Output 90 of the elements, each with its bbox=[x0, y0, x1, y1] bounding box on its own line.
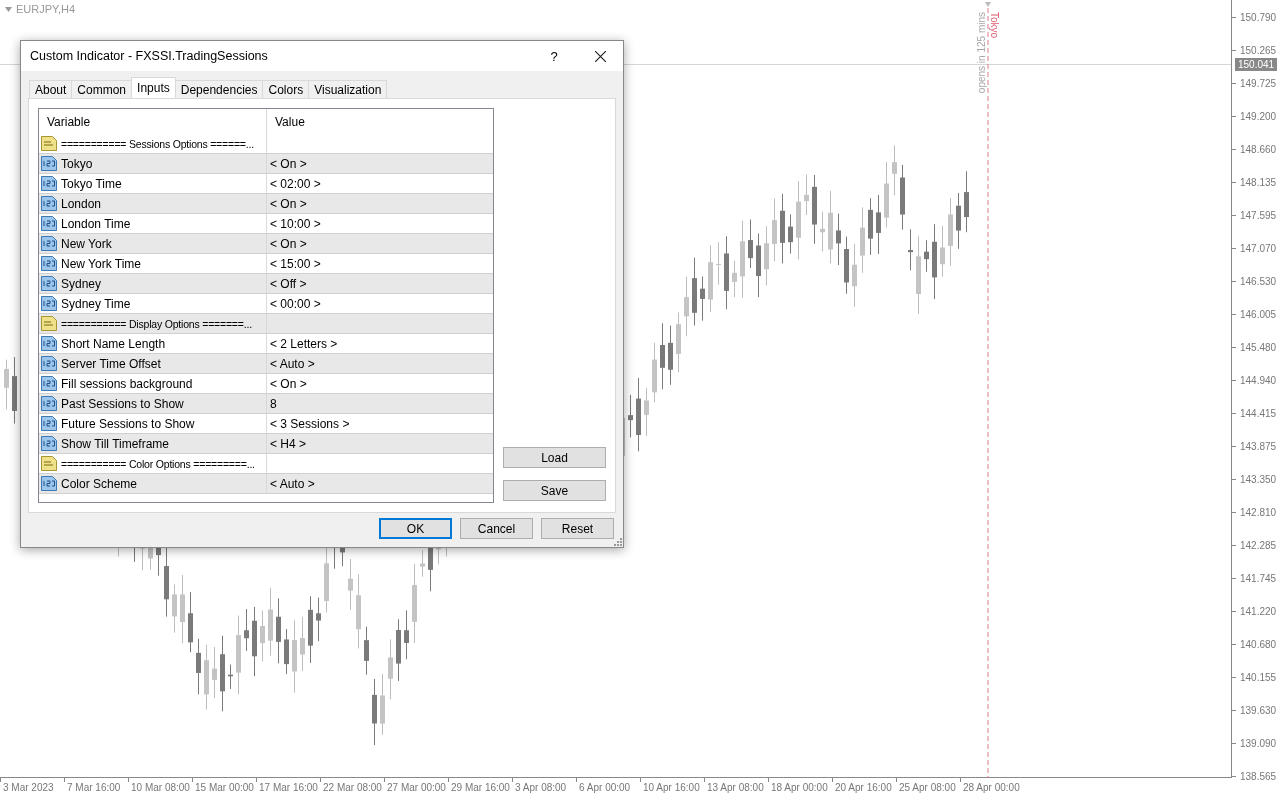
variable-value[interactable]: < 3 Sessions > bbox=[270, 416, 350, 431]
variable-name: London bbox=[61, 196, 102, 211]
time-label: 7 Mar 16:00 bbox=[66, 782, 122, 793]
tab[interactable]: Visualization bbox=[308, 80, 388, 98]
price-label: 140.155 bbox=[1240, 671, 1277, 683]
variable-name: Tokyo Time bbox=[61, 176, 122, 191]
time-label: 15 Mar 00:00 bbox=[194, 782, 255, 793]
variable-name: Sydney bbox=[61, 276, 102, 291]
variable-name: Future Sessions to Show bbox=[61, 416, 195, 431]
variable-name: Color Scheme bbox=[61, 476, 138, 491]
column-header[interactable]: Value bbox=[267, 109, 493, 134]
variable-value[interactable]: < 02:00 > bbox=[270, 176, 321, 191]
side-button[interactable]: Load bbox=[503, 447, 606, 468]
variable-value[interactable]: < On > bbox=[270, 196, 307, 211]
price-label: 139.090 bbox=[1240, 737, 1277, 749]
current-price-label: 150.041 bbox=[1235, 58, 1278, 71]
price-label: 146.005 bbox=[1240, 308, 1277, 320]
variable-name: =========== Sessions Options ======... bbox=[61, 137, 254, 150]
variable-name: =========== Display Options =======... bbox=[61, 317, 252, 330]
price-label: 148.135 bbox=[1240, 176, 1277, 188]
variable-name: =========== Color Options =========... bbox=[61, 457, 255, 470]
variable-value[interactable]: < On > bbox=[270, 376, 307, 391]
price-label: 141.745 bbox=[1240, 572, 1277, 584]
session-note: opens in 125 mins bbox=[976, 12, 987, 94]
price-label: 149.200 bbox=[1240, 110, 1277, 122]
time-label: 29 Mar 16:00 bbox=[450, 782, 511, 793]
variable-name: New York bbox=[61, 236, 112, 251]
variable-name: Past Sessions to Show bbox=[61, 396, 184, 411]
variable-value[interactable]: < Off > bbox=[270, 276, 307, 291]
dialog-button[interactable]: Cancel bbox=[460, 518, 533, 539]
variable-name: Server Time Offset bbox=[61, 356, 161, 371]
time-label: 3 Apr 08:00 bbox=[514, 782, 568, 793]
tab[interactable]: About bbox=[29, 80, 73, 98]
side-button[interactable]: Save bbox=[503, 480, 606, 501]
time-label: 28 Apr 00:00 bbox=[962, 782, 1021, 793]
price-label: 139.630 bbox=[1240, 704, 1277, 716]
time-label: 25 Apr 08:00 bbox=[898, 782, 957, 793]
variable-value[interactable]: < 10:00 > bbox=[270, 216, 321, 231]
price-label: 142.285 bbox=[1240, 539, 1277, 551]
time-label: 13 Apr 08:00 bbox=[706, 782, 765, 793]
time-label: 3 Mar 2023 bbox=[2, 782, 55, 793]
time-label: 18 Apr 00:00 bbox=[770, 782, 829, 793]
time-label: 20 Apr 16:00 bbox=[834, 782, 893, 793]
variable-value[interactable]: < 2 Letters > bbox=[270, 336, 338, 351]
variable-name: Fill sessions background bbox=[61, 376, 193, 391]
variable-value[interactable]: < 15:00 > bbox=[270, 256, 321, 271]
price-label: 144.940 bbox=[1240, 374, 1277, 386]
price-label: 143.875 bbox=[1240, 440, 1277, 452]
variable-value[interactable]: 8 bbox=[270, 396, 277, 411]
price-label: 143.350 bbox=[1240, 473, 1277, 485]
variable-value[interactable]: < On > bbox=[270, 156, 307, 171]
price-label: 146.530 bbox=[1240, 275, 1277, 287]
time-label: 10 Apr 16:00 bbox=[642, 782, 701, 793]
time-label: 27 Mar 00:00 bbox=[386, 782, 447, 793]
variable-name: Tokyo bbox=[61, 156, 93, 171]
variable-name: New York Time bbox=[61, 256, 142, 271]
variable-name: Show Till Timeframe bbox=[61, 436, 170, 451]
price-label: 148.660 bbox=[1240, 143, 1277, 155]
price-label: 138.565 bbox=[1240, 770, 1277, 782]
price-label: 141.220 bbox=[1240, 605, 1277, 617]
time-label: 6 Apr 00:00 bbox=[578, 782, 632, 793]
column-header[interactable]: Variable bbox=[39, 109, 267, 134]
time-label: 10 Mar 08:00 bbox=[130, 782, 191, 793]
variable-value[interactable]: < Auto > bbox=[270, 356, 315, 371]
help-button[interactable]: ? bbox=[531, 41, 577, 71]
dialog-button[interactable]: Reset bbox=[541, 518, 614, 539]
price-label: 147.070 bbox=[1240, 242, 1277, 254]
tab[interactable]: Dependencies bbox=[174, 80, 264, 98]
time-label: 22 Mar 08:00 bbox=[322, 782, 383, 793]
price-label: 142.810 bbox=[1240, 506, 1277, 518]
variable-value[interactable]: < On > bbox=[270, 236, 307, 251]
session-label: Tokyo bbox=[989, 12, 1000, 39]
price-label: 150.790 bbox=[1240, 11, 1277, 23]
price-label: 150.265 bbox=[1240, 44, 1277, 56]
price-label: 144.415 bbox=[1240, 407, 1277, 419]
price-label: 149.725 bbox=[1240, 77, 1277, 89]
dialog-button[interactable]: OK bbox=[379, 518, 452, 539]
variable-name: London Time bbox=[61, 216, 131, 231]
variable-name: Sydney Time bbox=[61, 296, 131, 311]
price-label: 140.680 bbox=[1240, 638, 1277, 650]
chart-symbol: EURJPY,H4 bbox=[16, 3, 76, 15]
price-label: 147.595 bbox=[1240, 209, 1277, 221]
tab[interactable]: Inputs bbox=[131, 77, 176, 98]
variable-value[interactable]: < H4 > bbox=[270, 436, 307, 451]
variable-value[interactable]: < 00:00 > bbox=[270, 296, 321, 311]
window-title: Custom Indicator - FXSSI.TradingSessions bbox=[29, 49, 269, 63]
time-label: 17 Mar 16:00 bbox=[258, 782, 319, 793]
price-label: 145.480 bbox=[1240, 341, 1277, 353]
variable-name: Short Name Length bbox=[61, 336, 166, 351]
variable-value[interactable]: < Auto > bbox=[270, 476, 315, 491]
